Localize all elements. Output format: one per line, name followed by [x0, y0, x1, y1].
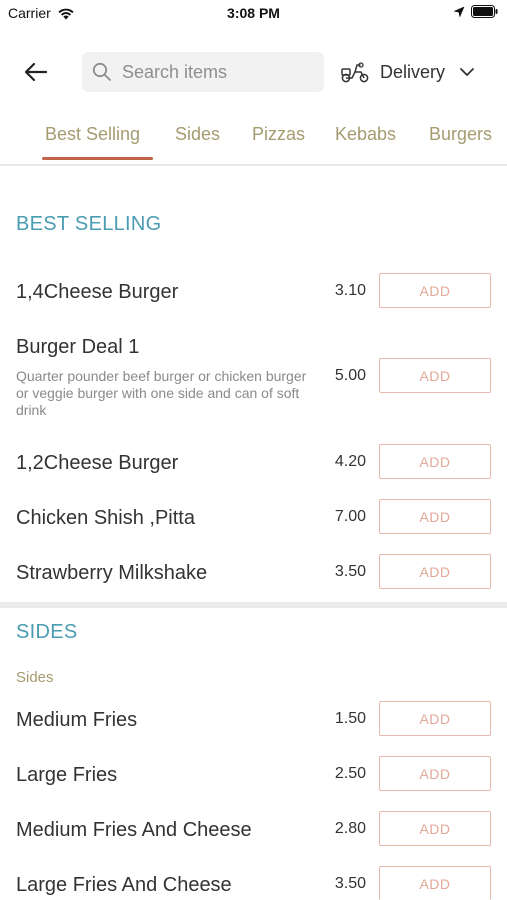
back-arrow-icon	[24, 62, 48, 82]
add-button[interactable]: ADD	[379, 273, 491, 308]
item-name: Large Fries	[16, 764, 118, 786]
add-button[interactable]: ADD	[379, 554, 491, 589]
active-tab-indicator	[42, 157, 153, 160]
item-price: 5.00	[334, 367, 366, 384]
add-button[interactable]: ADD	[379, 756, 491, 791]
tab-burgers[interactable]: Burgers	[429, 124, 492, 145]
section-divider	[0, 602, 507, 608]
item-name: Strawberry Milkshake	[16, 562, 208, 584]
tab-sides[interactable]: Sides	[175, 124, 220, 145]
add-button[interactable]: ADD	[379, 811, 491, 846]
battery-icon	[471, 5, 498, 18]
item-price: 3.50	[334, 563, 366, 580]
status-bar: Carrier 3:08 PM	[0, 0, 507, 28]
search-input[interactable]	[120, 60, 314, 84]
search-box[interactable]	[82, 52, 324, 92]
section-title-sides: SIDES	[16, 621, 78, 643]
header: Delivery	[0, 50, 507, 94]
item-price: 3.10	[334, 282, 366, 299]
add-button[interactable]: ADD	[379, 701, 491, 736]
add-button[interactable]: ADD	[379, 358, 491, 393]
item-name: 1,4Cheese Burger	[16, 281, 179, 303]
add-button[interactable]: ADD	[379, 866, 491, 900]
status-right	[447, 5, 499, 18]
back-button[interactable]	[20, 58, 52, 86]
category-tabs: Best Selling Sides Pizzas Kebabs Burgers	[0, 112, 507, 166]
item-name: Medium Fries And Cheese	[16, 819, 252, 841]
item-name: Medium Fries	[16, 709, 138, 731]
item-name: 1,2Cheese Burger	[16, 452, 179, 474]
location-arrow-icon	[453, 6, 465, 17]
item-description: Quarter pounder beef burger or chicken b…	[16, 368, 307, 418]
delivery-dropdown[interactable]: Delivery	[340, 54, 490, 90]
item-price: 4.20	[334, 453, 366, 470]
scooter-icon	[341, 62, 369, 83]
delivery-label: Delivery	[380, 61, 446, 82]
item-price: 1.50	[334, 710, 366, 727]
item-name: Burger Deal 1	[16, 336, 140, 358]
item-price: 2.50	[334, 765, 366, 782]
item-name: Chicken Shish ,Pitta	[16, 507, 195, 529]
section-subtitle-sides: Sides	[16, 669, 54, 686]
chevron-down-icon	[459, 67, 475, 77]
add-button[interactable]: ADD	[379, 499, 491, 534]
tab-kebabs[interactable]: Kebabs	[335, 124, 396, 145]
tab-best-selling[interactable]: Best Selling	[45, 124, 140, 145]
item-price: 3.50	[334, 875, 366, 892]
tab-pizzas[interactable]: Pizzas	[252, 124, 305, 145]
item-name: Large Fries And Cheese	[16, 874, 232, 896]
item-price: 2.80	[334, 820, 366, 837]
search-icon	[92, 62, 112, 82]
status-time: 3:08 PM	[227, 5, 280, 21]
section-title-best-selling: BEST SELLING	[16, 213, 162, 235]
item-price: 7.00	[334, 508, 366, 525]
add-button[interactable]: ADD	[379, 444, 491, 479]
